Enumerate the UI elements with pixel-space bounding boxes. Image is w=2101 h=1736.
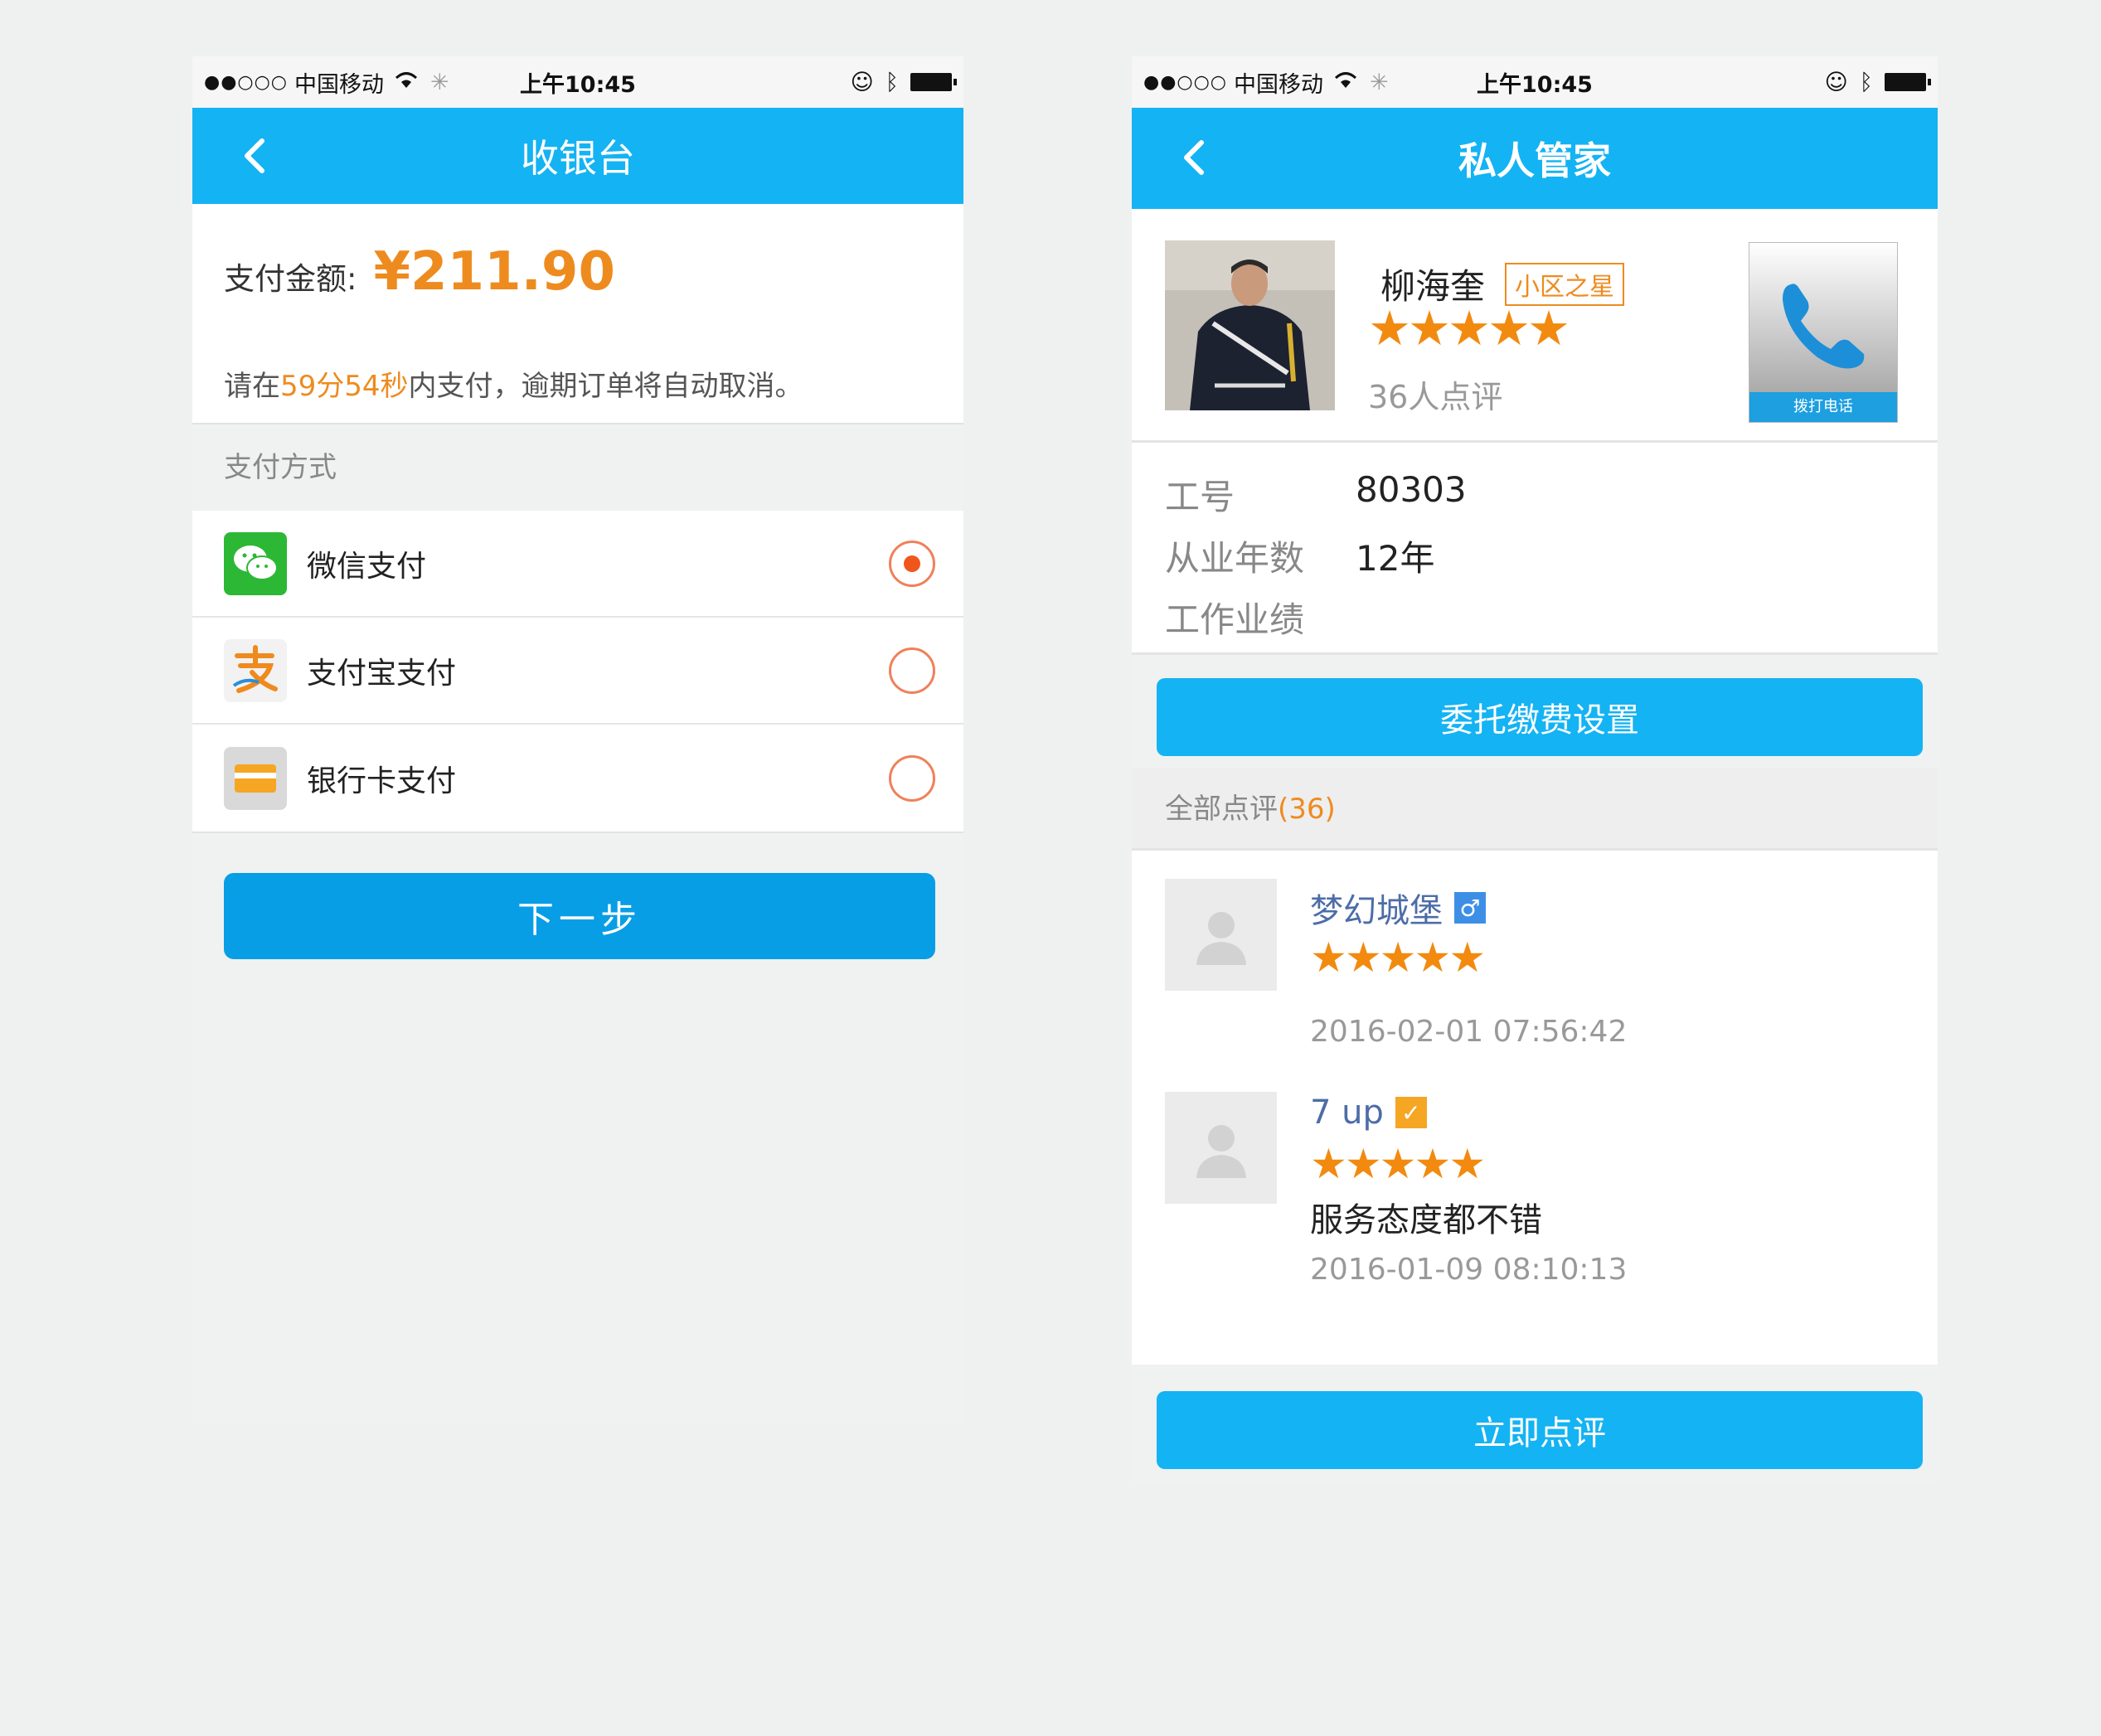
radio-unselected[interactable] xyxy=(889,754,935,802)
countdown-prefix: 请在 xyxy=(224,370,280,403)
call-button[interactable]: 拨打电话 xyxy=(1749,242,1898,423)
star-icon: ★ xyxy=(1344,1140,1382,1188)
payment-option-label: 支付宝支付 xyxy=(307,656,457,691)
signal-strength-icon: ●●○○○ xyxy=(204,71,288,93)
wifi-icon xyxy=(1333,70,1358,95)
star-icon: ★ xyxy=(1414,933,1451,982)
star-badge: 小区之星 xyxy=(1505,262,1625,306)
star-icon: ★ xyxy=(1379,1140,1417,1188)
amount-value: ¥211.90 xyxy=(373,241,615,303)
radio-selected[interactable] xyxy=(889,540,935,587)
loading-icon: ✳ xyxy=(429,69,449,95)
alipay-icon xyxy=(224,638,287,702)
info-value: 12年 xyxy=(1356,538,1435,579)
review-user-name: 梦幻城堡 xyxy=(1310,892,1443,930)
payment-option-alipay[interactable]: 支付宝支付 xyxy=(192,618,963,725)
butler-photo xyxy=(1165,240,1335,410)
nav-bar: 收银台 xyxy=(192,108,963,204)
info-key: 从业年数 xyxy=(1165,538,1305,579)
payment-option-wechat[interactable]: 微信支付 xyxy=(192,511,963,618)
reviews-count: (36) xyxy=(1278,793,1336,826)
star-icon: ★ xyxy=(1487,300,1531,356)
bank-card-icon xyxy=(224,746,287,810)
call-label: 拨打电话 xyxy=(1749,392,1897,422)
payment-method-list: 微信支付 支付宝支付 银行卡支付 xyxy=(192,511,963,833)
loading-icon: ✳ xyxy=(1369,69,1389,95)
review-time: 2016-02-01 07:56:42 xyxy=(1310,1015,1628,1049)
user-avatar-icon xyxy=(1165,879,1277,991)
back-arrow-icon[interactable] xyxy=(242,138,267,174)
bluetooth-icon: ᛒ xyxy=(885,69,899,95)
countdown-notice: 请在59分54秒内支付，逾期订单将自动取消。 xyxy=(224,363,803,404)
star-icon: ★ xyxy=(1448,1140,1486,1188)
countdown-suffix: 内支付，逾期订单将自动取消。 xyxy=(408,370,803,403)
reviews-label: 全部点评 xyxy=(1165,793,1278,826)
reviews-header: 全部点评(36) xyxy=(1132,768,1938,851)
butler-rating: ★ ★ ★ ★ ★ xyxy=(1368,300,1570,356)
amount-label: 支付金额: xyxy=(224,261,357,297)
payment-method-label: 支付方式 xyxy=(224,451,337,484)
payment-option-label: 微信支付 xyxy=(307,549,427,584)
radio-unselected[interactable] xyxy=(889,647,935,694)
male-gender-icon: ♂ xyxy=(1454,892,1486,924)
alarm-icon: ☺ xyxy=(1824,69,1848,95)
wechat-icon xyxy=(224,531,287,595)
star-icon: ★ xyxy=(1414,1140,1451,1188)
status-bar: ●●○○○ 中国移动 ✳ 上午10:45 ☺ ᛒ xyxy=(192,56,963,108)
bluetooth-icon: ᛒ xyxy=(1859,69,1873,95)
info-key: 工作业绩 xyxy=(1165,599,1305,640)
nav-bar: 私人管家 xyxy=(1132,108,1938,209)
status-bar: ●●○○○ 中国移动 ✳ 上午10:45 ☺ ᛒ xyxy=(1132,56,1938,108)
review-time: 2016-01-09 08:10:13 xyxy=(1310,1253,1628,1287)
countdown-time: 59分54秒 xyxy=(280,370,409,403)
star-icon: ★ xyxy=(1408,300,1451,356)
amount-section: 支付金额: ¥211.90 请在59分54秒内支付，逾期订单将自动取消。 xyxy=(192,204,963,424)
write-review-button[interactable]: 立即点评 xyxy=(1157,1391,1923,1469)
carrier-name: 中国移动 xyxy=(1233,71,1323,98)
status-time: 上午10:45 xyxy=(520,71,636,98)
carrier-name: 中国移动 xyxy=(294,71,384,98)
battery-icon xyxy=(1885,73,1931,91)
page-title: 私人管家 xyxy=(1458,138,1611,183)
star-icon: ★ xyxy=(1368,300,1411,356)
signal-strength-icon: ●●○○○ xyxy=(1143,71,1227,93)
back-arrow-icon[interactable] xyxy=(1182,139,1206,176)
info-row-employee-id: 工号 80303 xyxy=(1165,469,1467,520)
phone-icon xyxy=(1783,284,1865,369)
butler-info: 工号 80303 从业年数 12年 工作业绩 xyxy=(1132,443,1938,655)
user-avatar-icon xyxy=(1165,1092,1277,1204)
info-value: 80303 xyxy=(1356,469,1467,510)
star-icon: ★ xyxy=(1310,1140,1347,1188)
review-text: 服务态度都不错 xyxy=(1310,1201,1542,1239)
review-user: 7 up ✓ xyxy=(1310,1093,1427,1132)
payment-option-label: 银行卡支付 xyxy=(307,764,457,798)
butler-screen: ●●○○○ 中国移动 ✳ 上午10:45 ☺ ᛒ 私人管家 柳海奎 小区之星 ★… xyxy=(1132,56,1938,1482)
star-icon: ★ xyxy=(1344,933,1382,982)
star-icon: ★ xyxy=(1379,933,1417,982)
star-icon: ★ xyxy=(1527,300,1570,356)
verified-check-icon: ✓ xyxy=(1395,1097,1427,1128)
info-key: 工号 xyxy=(1165,477,1235,517)
entrust-payment-settings-button[interactable]: 委托缴费设置 xyxy=(1157,678,1923,756)
wifi-icon xyxy=(394,70,419,95)
star-icon: ★ xyxy=(1310,933,1347,982)
cashier-screen: ●●○○○ 中国移动 ✳ 上午10:45 ☺ ᛒ 收银台 支付金额: ¥211.… xyxy=(192,56,963,1424)
star-icon: ★ xyxy=(1448,300,1491,356)
review-user-name: 7 up xyxy=(1310,1093,1384,1132)
payment-option-bank-card[interactable]: 银行卡支付 xyxy=(192,725,963,832)
review-user: 梦幻城堡 ♂ xyxy=(1310,884,1486,932)
review-list: 梦幻城堡 ♂ ★ ★ ★ ★ ★ 2016-02-01 07:56:42 7 up ✓ … xyxy=(1132,851,1938,1365)
review-count: 36人点评 xyxy=(1368,379,1503,415)
page-title: 收银台 xyxy=(521,136,635,181)
info-row-performance: 工作业绩 xyxy=(1165,592,1356,643)
status-time: 上午10:45 xyxy=(1477,71,1593,98)
review-rating: ★ ★ ★ ★ ★ xyxy=(1310,933,1486,982)
next-step-button[interactable]: 下一步 xyxy=(224,873,935,959)
battery-icon xyxy=(910,73,957,91)
star-icon: ★ xyxy=(1448,933,1486,982)
alarm-icon: ☺ xyxy=(850,69,874,95)
butler-profile: 柳海奎 小区之星 ★ ★ ★ ★ ★ 36人点评 拨打电话 xyxy=(1132,209,1938,443)
review-rating: ★ ★ ★ ★ ★ xyxy=(1310,1140,1486,1188)
info-row-years: 从业年数 12年 xyxy=(1165,531,1434,581)
